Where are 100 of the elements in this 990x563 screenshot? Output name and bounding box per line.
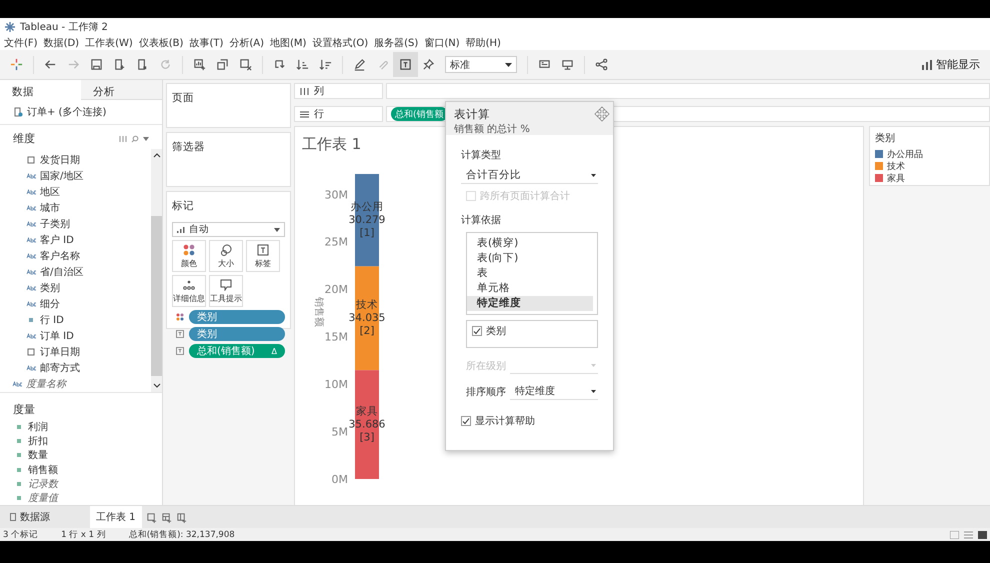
card-title: 标记 xyxy=(172,199,195,213)
field-item[interactable]: 订单日期 xyxy=(0,344,151,360)
shelf-label: 行 xyxy=(314,108,324,121)
new-dashboard-icon[interactable] xyxy=(160,512,172,522)
sort-descending-icon[interactable] xyxy=(319,58,332,71)
bar-chart-icon xyxy=(921,60,933,70)
marks-button[interactable]: 标签 xyxy=(246,240,280,272)
calendar-icon xyxy=(26,156,36,164)
menu-item[interactable]: 地图(M) xyxy=(270,36,306,50)
status-text: 总和(销售额): 32,137,908 xyxy=(128,528,235,540)
new-story-icon[interactable] xyxy=(176,512,187,522)
field-item[interactable]: 度量值 xyxy=(0,490,162,506)
field-item[interactable]: 地区 xyxy=(0,184,151,200)
field-item[interactable]: 城市 xyxy=(0,200,151,216)
legend-title: 类别 xyxy=(875,132,896,145)
database-add-icon[interactable] xyxy=(113,58,126,71)
menu-item[interactable]: 设置格式(O) xyxy=(312,36,368,50)
field-item[interactable]: 数量 xyxy=(0,448,162,463)
save-icon[interactable] xyxy=(90,58,103,71)
chart-add-icon[interactable] xyxy=(193,58,206,71)
field-pill[interactable]: 类别 xyxy=(189,310,285,324)
mark-type-dropdown[interactable]: 自动 xyxy=(172,222,285,237)
rows-icon xyxy=(300,110,309,118)
swap-icon[interactable] xyxy=(273,58,286,71)
list-item[interactable]: 单元格 xyxy=(467,281,597,296)
detail-dots-icon xyxy=(183,278,195,290)
fit-dropdown[interactable]: 标准 xyxy=(445,56,517,73)
scroll-up-icon[interactable] xyxy=(152,153,160,158)
share-icon[interactable] xyxy=(595,58,608,71)
list-item[interactable]: 特定维度 xyxy=(467,296,593,311)
filmstrip-icon[interactable] xyxy=(978,530,987,538)
scrollbar[interactable] xyxy=(151,149,162,392)
field-item[interactable]: 销售额 xyxy=(0,462,162,477)
menu-item[interactable]: 帮助(H) xyxy=(466,36,501,50)
field-item[interactable]: 客户 ID xyxy=(0,232,151,248)
menu-item[interactable]: 服务器(S) xyxy=(374,36,418,50)
field-item[interactable]: 发货日期 xyxy=(0,152,151,168)
axis-tick-label: 10M xyxy=(324,378,348,392)
field-item[interactable]: 国家/地区 xyxy=(0,168,151,184)
view-options-icon[interactable] xyxy=(119,136,127,142)
axis-title: 销售额 xyxy=(313,297,324,327)
field-item[interactable]: 订单 ID xyxy=(0,328,151,344)
pane-tab[interactable]: 分析 xyxy=(81,80,162,100)
new-sheet-icon[interactable] xyxy=(146,512,157,522)
sheet-tab[interactable]: 数据源 xyxy=(4,506,56,528)
calendar-icon xyxy=(26,348,36,356)
scroll-down-icon[interactable] xyxy=(152,383,160,388)
show-me-button[interactable]: 智能显示 xyxy=(921,57,980,72)
field-item[interactable]: 子类别 xyxy=(0,216,151,232)
list-item[interactable]: 表 xyxy=(467,266,597,281)
menu-item[interactable]: 故事(T) xyxy=(189,36,224,50)
menu-item[interactable]: 窗口(N) xyxy=(424,36,460,50)
database-icon[interactable] xyxy=(136,58,149,71)
pin-icon[interactable] xyxy=(422,58,435,71)
menu-item[interactable]: 仪表板(B) xyxy=(138,36,184,50)
marks-button[interactable]: 颜色 xyxy=(172,240,206,272)
text-label-icon xyxy=(176,330,184,338)
field-item[interactable]: 记录数 xyxy=(0,476,162,491)
sort-ascending-icon[interactable] xyxy=(296,58,309,71)
connection-name[interactable]: 订单+ (多个连接) xyxy=(27,105,106,119)
field-item[interactable]: 度量名称 xyxy=(0,376,151,392)
columns-icon xyxy=(300,88,309,94)
field-item[interactable]: 邮寄方式 xyxy=(0,360,151,376)
field-item[interactable]: 省/自治区 xyxy=(0,264,151,280)
presentation-icon[interactable] xyxy=(538,58,551,71)
marks-button[interactable]: 详细信息 xyxy=(172,275,206,307)
marks-button[interactable]: 工具提示 xyxy=(209,275,243,307)
abc-icon xyxy=(26,300,36,308)
abc-icon xyxy=(26,332,36,340)
pill-label: 类别 xyxy=(197,310,217,324)
menu-item[interactable]: 分析(A) xyxy=(229,36,264,50)
checkbox[interactable] xyxy=(461,416,471,426)
arrow-left-icon[interactable] xyxy=(44,58,57,71)
monitor-icon[interactable] xyxy=(561,58,574,71)
number-icon xyxy=(26,316,36,324)
status-text: 3 个标记 xyxy=(3,528,38,540)
search-icon[interactable] xyxy=(131,134,139,142)
menu-item[interactable]: 数据(D) xyxy=(44,36,80,50)
calc-type-dropdown[interactable]: 合计百分比 xyxy=(461,167,598,184)
marks-button[interactable]: 大小 xyxy=(209,240,243,272)
field-item[interactable]: 行 ID xyxy=(0,312,151,328)
checkbox[interactable] xyxy=(472,326,482,336)
field-pill[interactable]: 类别 xyxy=(189,327,285,341)
sheet-tab[interactable]: 工作表 1 xyxy=(90,506,142,528)
field-item[interactable]: 利润 xyxy=(0,420,162,434)
abc-icon xyxy=(26,204,36,212)
field-item[interactable]: 折扣 xyxy=(0,434,162,448)
field-item[interactable]: 细分 xyxy=(0,296,151,312)
duplicate-icon[interactable] xyxy=(216,58,229,71)
sort-order-dropdown[interactable]: 特定维度 xyxy=(510,383,598,400)
field-item[interactable]: 类别 xyxy=(0,280,151,296)
pen-icon[interactable] xyxy=(353,58,366,71)
text-label-icon[interactable] xyxy=(393,52,418,77)
list-item[interactable]: 表(横穿) xyxy=(467,236,597,251)
field-item[interactable]: 客户名称 xyxy=(0,248,151,264)
menu-item[interactable]: 文件(F) xyxy=(4,36,38,50)
menu-item[interactable]: 工作表(W) xyxy=(85,36,133,50)
list-item[interactable]: 表(向下) xyxy=(467,251,597,266)
caret-icon[interactable] xyxy=(143,136,149,140)
clear-sheet-icon[interactable] xyxy=(239,58,252,71)
